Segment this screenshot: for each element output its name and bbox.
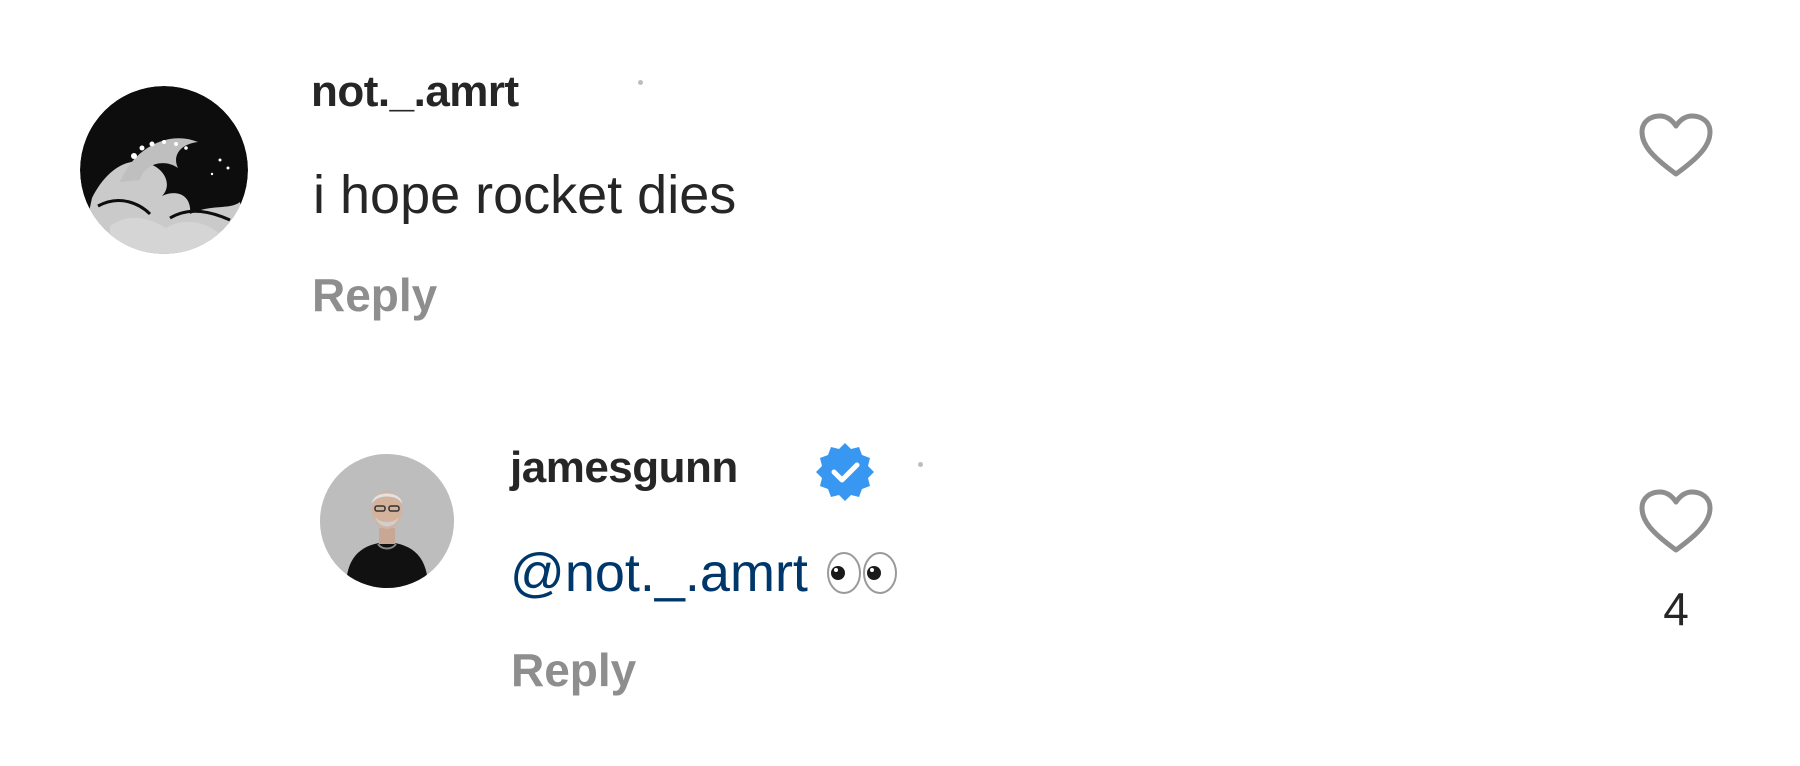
like-count: 4 [1663,583,1689,635]
heart-outline-icon [1639,113,1713,177]
like-button[interactable] [1636,110,1716,180]
commenter-avatar[interactable] [80,86,248,254]
reply-button[interactable]: Reply [511,647,636,693]
like-button[interactable] [1636,486,1716,556]
replier-username[interactable]: jamesgunn [510,446,738,490]
great-wave-avatar-icon [80,86,248,254]
reply-button[interactable]: Reply [312,272,437,318]
mention-link[interactable]: @not._.amrt [510,543,808,603]
separator-dot [638,80,643,85]
comment-text: i hope rocket dies [313,165,737,225]
comment-thread: not._.amrt i hope rocket dies Reply jame… [0,0,1800,766]
commenter-username[interactable]: not._.amrt [311,70,519,114]
separator-dot [918,462,923,467]
person-avatar-icon [320,454,454,588]
heart-outline-icon [1639,489,1713,553]
verified-badge-icon [816,443,874,501]
reply-text: @not._.amrt [510,546,898,600]
replier-avatar[interactable] [320,454,454,588]
eyes-emoji-icon [826,552,897,594]
